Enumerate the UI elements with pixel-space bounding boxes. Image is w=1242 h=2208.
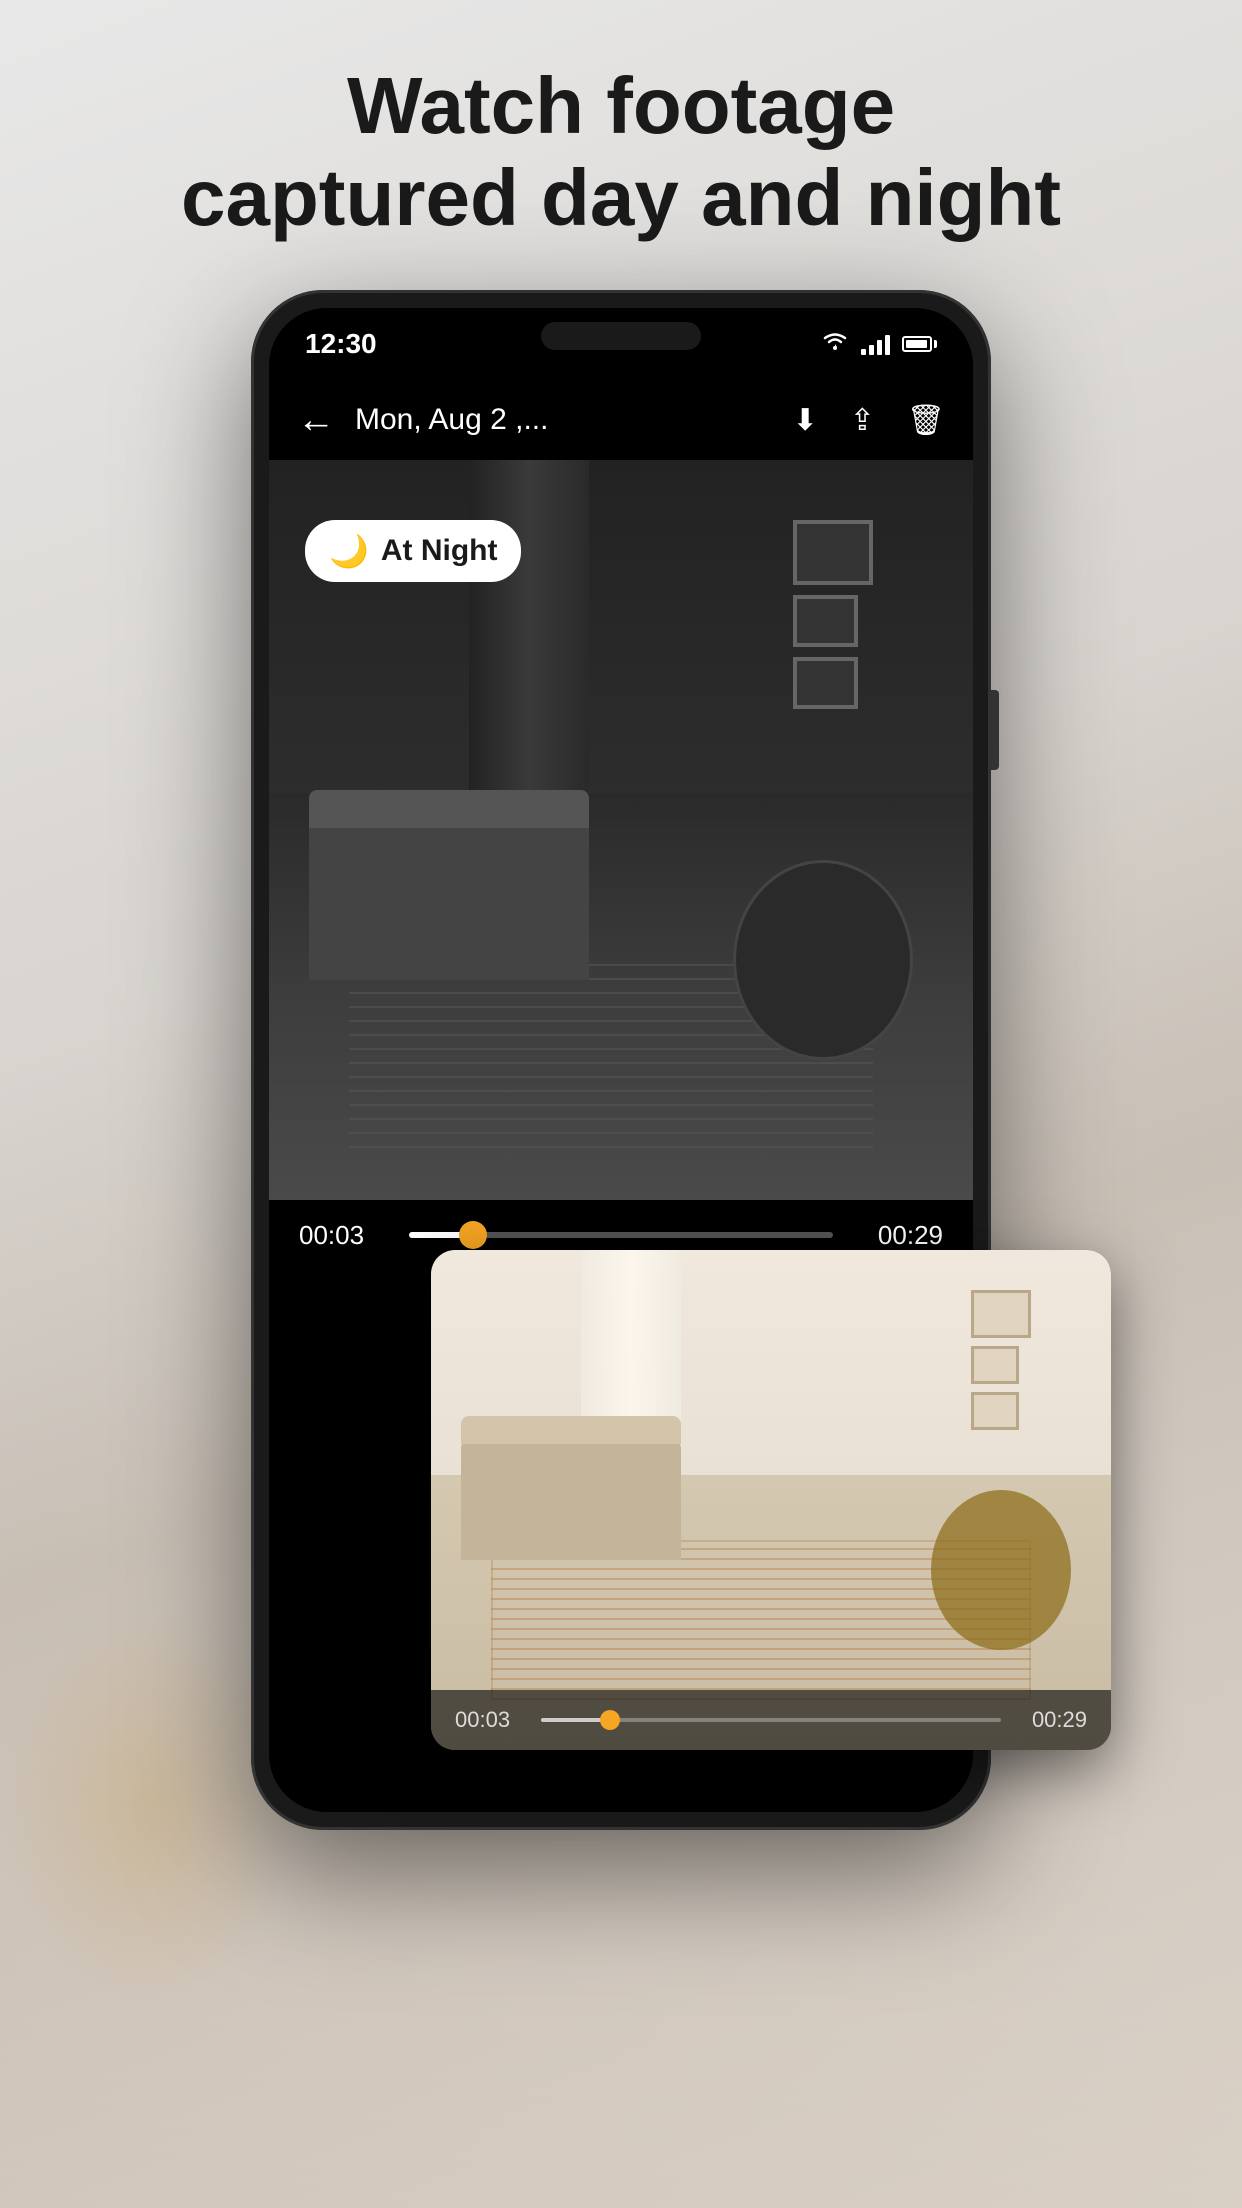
thumbnail-video: 00:03 00:29 [431,1250,1111,1750]
share-button[interactable] [850,403,875,438]
status-time: 12:30 [305,328,377,360]
video-content: 🌙 At Night [269,460,973,1200]
room-frame-3 [793,657,858,709]
headline-line1: Watch footage [0,60,1242,152]
thumb-current-time: 00:03 [455,1707,525,1733]
room-table [733,860,913,1060]
room-frame-1 [793,520,873,585]
headline-line2: captured day and night [0,152,1242,244]
current-time: 00:03 [299,1220,389,1251]
room-curtain [469,460,589,840]
thumb-table [931,1490,1071,1650]
main-headline: Watch footage captured day and night [0,60,1242,244]
header-title: Mon, Aug 2 ,... [355,403,793,437]
header-actions [793,403,945,438]
thumb-frames [971,1290,1031,1430]
thumb-frame-1 [971,1290,1031,1338]
download-button[interactable] [793,403,818,438]
night-mode-badge: 🌙 At Night [305,520,521,582]
thumb-progress-bar[interactable] [541,1718,1001,1722]
phone-volume-button [991,690,999,770]
video-player[interactable]: 🌙 At Night [269,460,973,1200]
total-time: 00:29 [853,1220,943,1251]
room-frames [793,520,873,709]
thumb-frame-3 [971,1392,1019,1430]
progress-bar[interactable] [409,1232,833,1238]
room-frame-2 [793,595,858,647]
battery-icon [902,336,937,352]
delete-button[interactable] [907,403,945,438]
status-icons [821,330,937,358]
back-button[interactable]: ← [297,399,335,442]
thumb-sofa [461,1440,681,1560]
moon-icon: 🌙 [329,532,369,570]
app-header: ← Mon, Aug 2 ,... [269,380,973,460]
thumb-frame-2 [971,1346,1019,1384]
room-sofa [309,820,589,980]
progress-thumb[interactable] [459,1221,487,1249]
thumbnail-controls: 00:03 00:29 [431,1690,1111,1750]
night-badge-label: At Night [381,534,498,568]
thumbnail-popup[interactable]: 00:03 00:29 [431,1250,1111,1750]
signal-icon [861,333,890,355]
phone-mockup: 12:30 [251,290,991,1830]
thumb-progress-thumb[interactable] [600,1710,620,1730]
phone-notch [541,322,701,350]
wifi-icon [821,330,849,358]
thumb-total-time: 00:29 [1017,1707,1087,1733]
